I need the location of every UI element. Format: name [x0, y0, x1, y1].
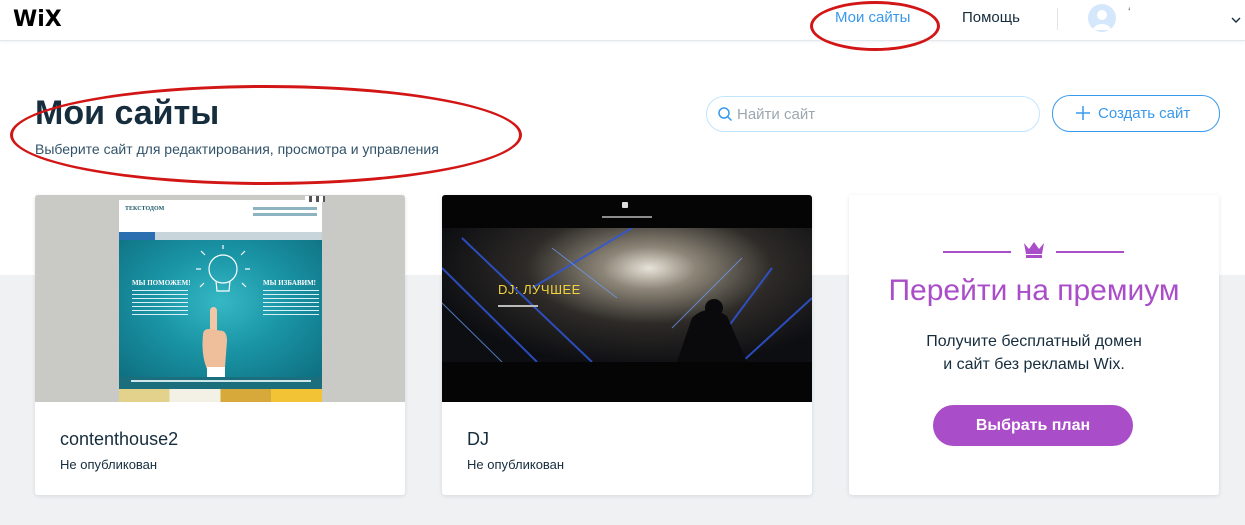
- nav-help-link[interactable]: Помощь: [962, 9, 1020, 26]
- thumbnail-bottom: [442, 362, 812, 402]
- thumbnail-text-block: [132, 290, 188, 316]
- thumbnail-headline-right: МЫ ИЗБАВИМ!: [263, 279, 317, 287]
- create-site-button[interactable]: Создать сайт: [1052, 95, 1220, 132]
- premium-description-line: и сайт без рекламы Wix.: [943, 356, 1125, 373]
- thumbnail-subheadline: [498, 305, 538, 307]
- top-navigation-bar: WiX Мои сайты Помощь ‘: [0, 0, 1245, 41]
- account-username[interactable]: ‘: [1128, 5, 1131, 19]
- page-title: Мои сайты: [35, 94, 220, 132]
- thumbnail-contact-line: [253, 213, 317, 216]
- thumbnail-headline: DJ: ЛУЧШЕЕ: [498, 282, 581, 297]
- pointing-hand-icon: [197, 307, 229, 377]
- create-site-label: Создать сайт: [1098, 105, 1191, 122]
- site-card[interactable]: DJ: ЛУЧШЕЕ DJ Не опубликован: [442, 195, 812, 495]
- search-placeholder: Найти сайт: [737, 106, 816, 123]
- thumbnail-image-tiles: [119, 389, 322, 402]
- site-thumbnail[interactable]: ТЕКСТОДОМ МЫ ПОМОЖЕМ! МЫ ИЗБАВИМ!: [35, 195, 405, 402]
- chevron-down-icon[interactable]: [1231, 12, 1241, 23]
- decorative-line: [943, 251, 1011, 253]
- premium-description: Получите бесплатный домен и сайт без рек…: [849, 330, 1219, 376]
- thumbnail-brand: ТЕКСТОДОМ: [125, 206, 165, 212]
- choose-plan-button[interactable]: Выбрать план: [933, 405, 1133, 446]
- thumbnail-menu-active: [119, 232, 155, 240]
- thumbnail-window-buttons: [305, 196, 325, 202]
- thumbnail-contact-line: [253, 207, 317, 210]
- nav-divider: [1057, 8, 1058, 30]
- site-thumbnail[interactable]: DJ: ЛУЧШЕЕ: [442, 195, 812, 402]
- premium-description-line: Получите бесплатный домен: [926, 333, 1142, 350]
- nav-my-sites-link[interactable]: Мои сайты: [835, 9, 910, 26]
- site-name[interactable]: contenthouse2: [60, 429, 178, 450]
- thumbnail-headline-left: МЫ ПОМОЖЕМ!: [132, 279, 191, 287]
- premium-card: Перейти на премиум Получите бесплатный д…: [849, 195, 1219, 495]
- thumbnail-footer-text: [131, 380, 311, 382]
- search-icon: [717, 106, 733, 122]
- site-name[interactable]: DJ: [467, 429, 489, 450]
- premium-title: Перейти на премиум: [888, 274, 1180, 307]
- site-status: Не опубликован: [60, 457, 158, 472]
- plus-icon: [1075, 105, 1091, 121]
- crown-icon: [1023, 240, 1045, 258]
- wix-logo[interactable]: WiX: [13, 7, 62, 32]
- site-search-input[interactable]: Найти сайт: [706, 96, 1040, 132]
- thumbnail-footer-strip: [119, 377, 322, 389]
- site-card[interactable]: ТЕКСТОДОМ МЫ ПОМОЖЕМ! МЫ ИЗБАВИМ! conten…: [35, 195, 405, 495]
- thumbnail-logo: [622, 202, 628, 208]
- decorative-line: [1056, 251, 1124, 253]
- avatar-icon[interactable]: [1088, 4, 1116, 32]
- thumbnail-menu: [602, 216, 652, 218]
- thumbnail-text-block: [263, 290, 319, 316]
- thumbnail-site-header: [119, 200, 322, 232]
- site-status: Не опубликован: [467, 457, 565, 472]
- page-subtitle: Выберите сайт для редактирования, просмо…: [35, 141, 439, 157]
